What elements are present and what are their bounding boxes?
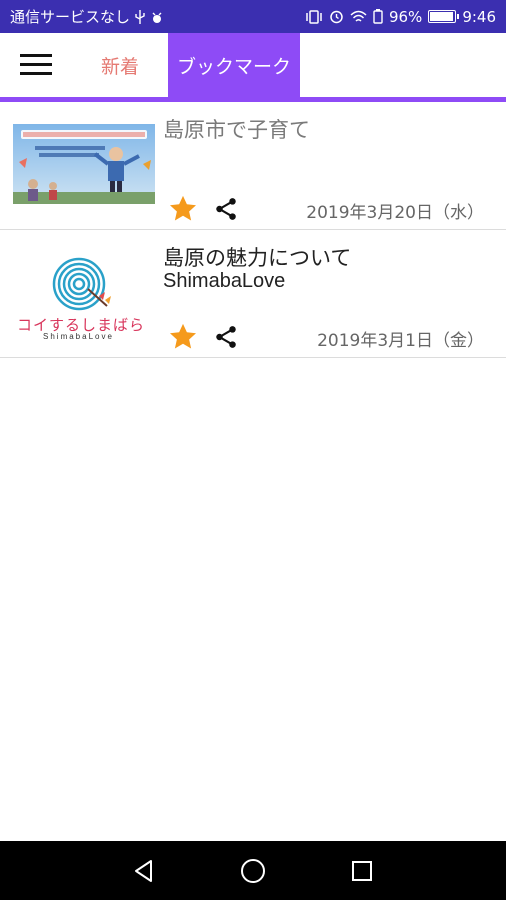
back-button[interactable] [124,851,164,891]
article-thumbnail [13,124,155,204]
article-title: 島原市で子育て [163,118,310,142]
vibrate-icon [305,9,323,24]
hamburger-menu-icon [20,54,52,75]
tab-new-label: 新着 [100,55,139,78]
app-bar: 新着 ブックマーク [0,33,506,97]
battery-level-fill [430,12,454,21]
status-bar: 通信サービスなし 96% 9:46 [0,0,506,33]
share-icon[interactable] [213,196,239,222]
article-subtitle: ShimabaLove [163,270,286,292]
home-button[interactable] [233,851,273,891]
list-item[interactable]: 島原市で子育て 2019年3月20日（水） [0,102,506,230]
clock: 9:46 [462,7,496,26]
article-date: 2019年3月1日（金） [317,331,484,351]
back-triangle-icon [135,859,153,882]
tab-bookmark-label: ブックマーク [176,55,291,78]
bookmark-star-icon[interactable] [168,194,198,224]
battery-icon [428,10,460,23]
bookmark-star-icon[interactable] [168,322,198,352]
tab-new[interactable]: 新着 [72,33,168,97]
share-icon[interactable] [213,324,239,350]
alarm-icon [329,9,344,24]
debug-icon [150,10,164,24]
recents-button[interactable] [342,851,382,891]
carrier-text: 通信サービスなし [10,8,131,26]
battery-percent: 96% [388,7,423,26]
article-date: 2019年3月20日（水） [306,203,484,223]
system-nav-bar [0,841,506,900]
bookmark-list: 島原市で子育て 2019年3月20日（水） コイするしまばら ShimabaLo… [0,102,506,358]
article-thumbnail: コイするしまばら ShimabaLove [13,244,155,340]
article-title: 島原の魅力について [163,246,352,270]
list-item[interactable]: コイするしまばら ShimabaLove 島原の魅力について ShimabaLo… [0,230,506,358]
recents-square-icon [351,860,372,881]
menu-button[interactable] [0,33,72,97]
usb-icon [134,9,146,24]
wifi-icon [350,10,367,24]
family-photo-image [13,124,155,204]
tab-bookmark[interactable]: ブックマーク [168,33,300,97]
app-screen: 通信サービスなし 96% 9:46 新着 ブックマーク 島原市で子育て 2019… [0,0,506,900]
logo-subtext: ShimabaLove [43,332,114,340]
battery-saver-icon [373,9,383,24]
home-circle-icon [240,858,265,883]
